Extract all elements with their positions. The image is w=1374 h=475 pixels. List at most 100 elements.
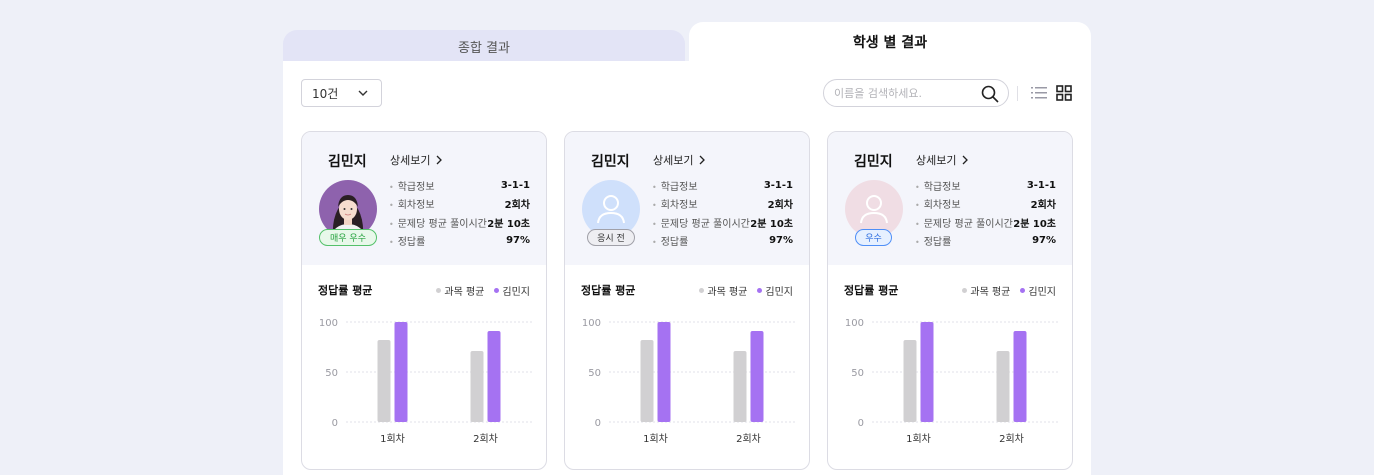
info-label: 회차정보: [389, 196, 435, 211]
chart-title: 정답률 평균: [844, 284, 899, 297]
legend-label: 김민지: [1028, 287, 1056, 298]
bar: [903, 340, 917, 422]
accuracy-bar-chart: 0 50 100 1회차 2회차: [582, 318, 795, 445]
legend-item-avg: 과목 평균: [436, 283, 484, 298]
chevron-right-icon: [963, 155, 969, 165]
legend-item-student: 김민지: [1020, 283, 1056, 298]
student-card: 김민지 상세보기 우수 학급정보 3-1-1 회차정보 2회차 문제당 평균 풀이시…: [827, 131, 1073, 470]
search-box: [823, 79, 1009, 107]
legend-dot-avg: [699, 288, 705, 293]
info-row-time: 문제당 평균 풀이시간2분 10초: [389, 213, 530, 232]
info-row-class: 학급정보 3-1-1: [389, 176, 530, 195]
info-row-session: 회차정보 2회차: [389, 195, 530, 214]
info-value: 2분 10초: [487, 218, 530, 230]
accuracy-bar-chart: 0 50 100 1회차 2회차: [845, 318, 1058, 445]
info-value: 3-1-1: [500, 179, 530, 191]
info-label: 정답률: [652, 233, 689, 248]
chart-title: 정답률 평균: [318, 284, 373, 297]
info-row-session: 회차정보 2회차: [915, 195, 1056, 214]
grid-view-icon[interactable]: [1055, 84, 1073, 102]
legend-dot-student: [757, 288, 763, 293]
results-panel: 10건 김민지 상세보기: [283, 61, 1091, 475]
detail-link[interactable]: 상세보기: [916, 152, 969, 168]
info-row-class: 학급정보 3-1-1: [652, 176, 793, 195]
legend-dot-student: [1020, 288, 1026, 293]
x-tick-label: 2회차: [473, 433, 498, 445]
legend-dot-student: [494, 288, 500, 293]
info-value: 97%: [769, 235, 793, 247]
bar: [1013, 331, 1027, 422]
info-value: 2회차: [504, 200, 530, 212]
bar: [996, 351, 1010, 422]
tab-overall-results[interactable]: 종합 결과: [283, 30, 685, 62]
bar: [487, 331, 501, 422]
legend-item-student: 김민지: [757, 283, 793, 298]
bar: [750, 331, 764, 422]
bar: [657, 322, 671, 422]
y-tick-label: 100: [319, 318, 338, 329]
y-tick-label: 100: [582, 318, 601, 329]
legend-label: 과목 평균: [444, 287, 485, 298]
info-value: 2회차: [767, 200, 793, 212]
info-label: 문제당 평균 풀이시간: [389, 215, 487, 230]
bar: [733, 351, 747, 422]
legend-item-student: 김민지: [494, 283, 530, 298]
bar: [394, 322, 408, 422]
chevron-right-icon: [437, 155, 443, 165]
detail-link[interactable]: 상세보기: [653, 152, 706, 168]
search-input[interactable]: [834, 80, 974, 106]
student-info-list: 학급정보 3-1-1 회차정보 2회차 문제당 평균 풀이시간2분 10초 정답률 9…: [915, 176, 1056, 250]
y-tick-label: 0: [332, 418, 338, 429]
legend-dot-avg: [436, 288, 442, 293]
legend-label: 과목 평균: [707, 287, 748, 298]
detail-link-label: 상세보기: [916, 154, 957, 167]
legend-dot-avg: [962, 288, 968, 293]
y-tick-label: 100: [845, 318, 864, 329]
page-size-select[interactable]: 10건: [301, 79, 382, 107]
tab-label: 학생 별 결과: [852, 35, 928, 51]
info-value: 3-1-1: [763, 179, 793, 191]
student-card: 김민지 상세보기 응시 전 학급정보 3-1-1 회차정보 2회차 문제당 평균 풀…: [564, 131, 810, 470]
info-row-class: 학급정보 3-1-1: [915, 176, 1056, 195]
y-tick-label: 0: [595, 418, 601, 429]
status-badge: 응시 전: [587, 229, 635, 246]
student-name: 김민지: [854, 154, 893, 170]
legend-label: 과목 평균: [970, 287, 1011, 298]
info-label: 학급정보: [652, 178, 698, 193]
legend-item-avg: 과목 평균: [699, 283, 747, 298]
chevron-down-icon: [358, 90, 368, 96]
student-info-list: 학급정보 3-1-1 회차정보 2회차 문제당 평균 풀이시간2분 10초 정답률 9…: [389, 176, 530, 250]
x-tick-label: 1회차: [380, 433, 405, 445]
x-tick-label: 2회차: [736, 433, 761, 445]
info-value: 2회차: [1030, 200, 1056, 212]
info-label: 학급정보: [389, 178, 435, 193]
info-label: 학급정보: [915, 178, 961, 193]
info-label: 회차정보: [915, 196, 961, 211]
y-tick-label: 50: [851, 368, 864, 379]
legend-item-avg: 과목 평균: [962, 283, 1010, 298]
student-info-list: 학급정보 3-1-1 회차정보 2회차 문제당 평균 풀이시간2분 10초 정답률 9…: [652, 176, 793, 250]
detail-link-label: 상세보기: [390, 154, 431, 167]
detail-link[interactable]: 상세보기: [390, 152, 443, 168]
info-value: 97%: [506, 235, 530, 247]
student-name: 김민지: [591, 154, 630, 170]
info-row-accuracy: 정답률 97%: [915, 232, 1056, 251]
list-view-icon[interactable]: [1030, 84, 1048, 102]
x-tick-label: 1회차: [906, 433, 931, 445]
accuracy-bar-chart: 0 50 100 1회차 2회차: [319, 318, 532, 445]
detail-link-label: 상세보기: [653, 154, 694, 167]
bar: [640, 340, 654, 422]
tab-student-results[interactable]: 학생 별 결과: [689, 22, 1091, 62]
bar: [920, 322, 934, 422]
info-row-accuracy: 정답률 97%: [389, 232, 530, 251]
info-label: 회차정보: [652, 196, 698, 211]
bar: [377, 340, 391, 422]
student-card: 김민지 상세보기 매우 우수 학급정보 3-1-1 회차정보 2회차 문제당 평균 …: [301, 131, 547, 470]
info-value: 3-1-1: [1026, 179, 1056, 191]
info-label: 정답률: [389, 233, 426, 248]
toolbar-divider: [1017, 86, 1018, 101]
search-icon[interactable]: [980, 84, 1000, 104]
x-tick-label: 1회차: [643, 433, 668, 445]
legend-label: 김민지: [765, 287, 793, 298]
status-badge: 우수: [855, 229, 892, 246]
